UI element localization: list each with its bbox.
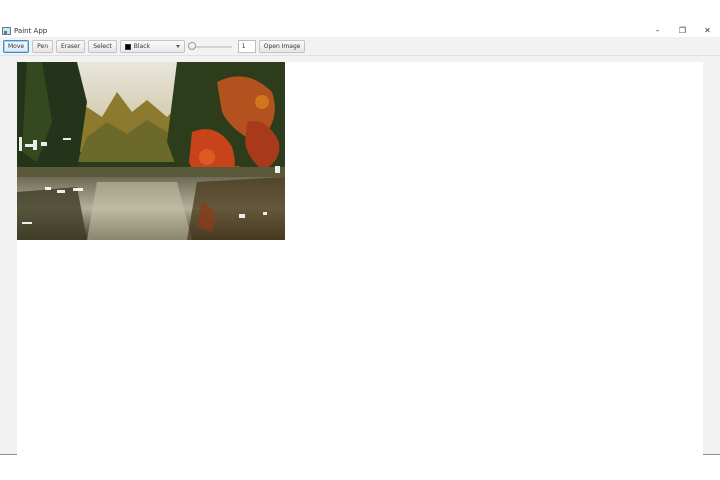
color-select[interactable]: Black xyxy=(119,40,185,53)
slider-track xyxy=(189,46,232,48)
select-tool-button[interactable]: Select xyxy=(88,40,117,53)
eraser-tool-button[interactable]: Eraser xyxy=(56,40,86,53)
window-controls: – ❐ ✕ xyxy=(645,24,720,37)
open-image-button[interactable]: Open Image xyxy=(258,40,306,53)
title-bar[interactable]: Paint App – ❐ ✕ xyxy=(0,24,720,37)
autumn-lake-photo-icon xyxy=(17,62,285,240)
pen-tool-button[interactable]: Pen xyxy=(32,40,53,53)
window-title: Paint App xyxy=(14,26,48,35)
chevron-down-icon xyxy=(175,45,180,48)
app-icon xyxy=(2,26,11,35)
restore-button[interactable]: ❐ xyxy=(670,24,695,37)
minimize-button[interactable]: – xyxy=(645,24,670,37)
color-swatch xyxy=(124,43,131,50)
move-tool-button[interactable]: Move xyxy=(3,40,30,53)
color-select-value: Black xyxy=(133,43,150,50)
close-button[interactable]: ✕ xyxy=(695,24,720,37)
close-icon: ✕ xyxy=(704,26,711,35)
restore-icon: ❐ xyxy=(678,26,687,35)
toolbar: Move Pen Eraser Select Black 1 Open Imag… xyxy=(0,38,720,56)
brush-size-slider[interactable] xyxy=(187,40,234,53)
brush-size-input[interactable]: 1 xyxy=(237,40,256,53)
minimize-icon: – xyxy=(655,26,660,35)
drawing-canvas[interactable] xyxy=(17,62,703,472)
loaded-image[interactable] xyxy=(17,62,285,240)
slider-thumb[interactable] xyxy=(187,42,196,50)
paint-app-window: Paint App – ❐ ✕ Move Pen Eraser Select B… xyxy=(0,24,720,472)
